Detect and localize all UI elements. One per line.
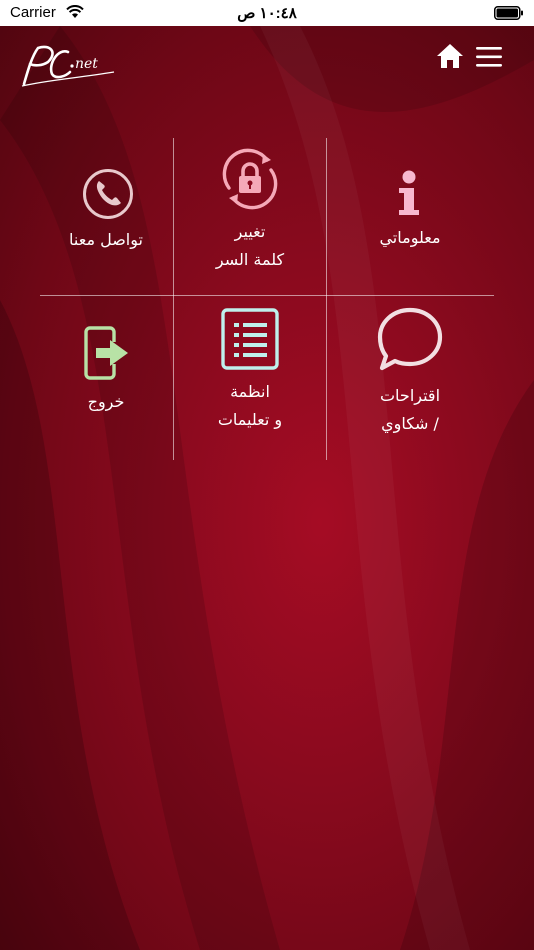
phone-icon: [83, 169, 133, 219]
battery-icon: [494, 6, 523, 20]
app-screen: Carrier ١٠:٤٨ ص net معلوماتي تغيير كلمة …: [0, 0, 534, 950]
hamburger-menu-icon[interactable]: [476, 46, 502, 68]
status-bar: Carrier ١٠:٤٨ ص: [0, 0, 534, 26]
chat-bubble-icon: [377, 307, 443, 371]
menu-item-label-line2: كلمة السر: [215, 250, 285, 269]
menu-item-rules[interactable]: انظمة و تعليمات: [173, 296, 326, 460]
menu-item-contact[interactable]: تواصل معنا: [40, 138, 173, 295]
lock-refresh-icon: [222, 148, 278, 210]
menu-item-info[interactable]: معلوماتي: [326, 138, 494, 295]
exit-icon: [84, 326, 128, 380]
list-icon: [221, 308, 279, 370]
menu-item-change-password[interactable]: تغيير كلمة السر: [173, 138, 326, 295]
logo-suffix: net: [75, 56, 98, 72]
menu-item-label: خروج: [87, 392, 125, 411]
menu-item-label: تواصل معنا: [69, 230, 143, 249]
menu-item-logout[interactable]: خروج: [40, 296, 173, 460]
info-icon: [399, 170, 419, 215]
status-time: ١٠:٤٨ ص: [237, 5, 297, 22]
menu-item-suggestions[interactable]: اقتراحات / شكاوي: [326, 296, 494, 460]
menu-item-label-line2: و تعليمات: [217, 410, 283, 429]
brand-logo: net: [21, 45, 115, 87]
home-icon[interactable]: [435, 42, 465, 70]
